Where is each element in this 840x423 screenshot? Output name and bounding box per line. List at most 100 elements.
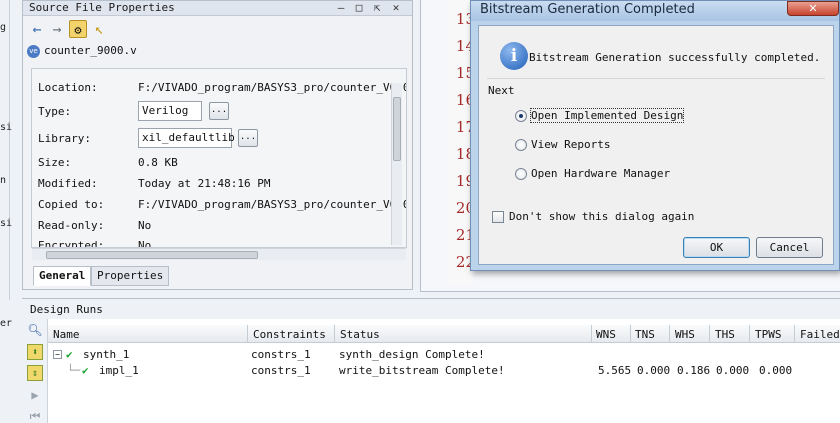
type-browse-button[interactable]: ... — [209, 102, 229, 120]
run-wns: 5.565 — [598, 364, 632, 377]
tab-properties[interactable]: Properties — [91, 266, 170, 286]
scroll-thumb[interactable] — [46, 251, 258, 259]
column-separator[interactable] — [669, 325, 670, 343]
panel-toolbar: ← → ⚙ ↖ — [23, 18, 412, 42]
line-number-gutter: 13 14 15 16 17 18 19 20 21 22 — [448, 0, 475, 286]
left-strip: g si n si er — [0, 0, 13, 329]
design-runs-title: Design Runs — [30, 303, 103, 316]
dont-show-checkbox[interactable] — [492, 211, 504, 223]
column-separator[interactable] — [794, 325, 795, 343]
column-separator[interactable] — [334, 325, 335, 343]
run-name: impl_1 — [99, 364, 139, 377]
read-only-label: Read-only: — [38, 219, 105, 232]
modified-label: Modified: — [38, 177, 98, 190]
dialog-title: Bitstream Generation Completed — [480, 2, 695, 17]
column-header-tns[interactable]: TNS — [635, 328, 655, 341]
maximize-icon[interactable]: □ — [352, 1, 366, 15]
complete-check-icon: ✔ — [66, 348, 73, 361]
column-header-constraints[interactable]: Constraints — [253, 328, 326, 341]
tab-general[interactable]: General — [33, 266, 92, 286]
properties-area: Location: F:/VIVADO_program/BASYS3_pro/c… — [31, 68, 407, 248]
float-icon[interactable]: ⇱ — [370, 1, 384, 15]
modified-value: Today at 21:48:16 PM — [138, 177, 271, 190]
collapse-all-icon[interactable]: ⬍ — [27, 344, 43, 360]
dont-show-label: Don't show this dialog again — [509, 210, 695, 223]
size-value: 0.8 KB — [138, 156, 178, 169]
run-name: synth_1 — [83, 348, 130, 361]
column-header-tpws[interactable]: TPWS — [755, 328, 782, 341]
runs-table-header: Name Constraints Status WNS TNS WHS THS … — [48, 325, 840, 343]
file-name: counter_9000.v — [44, 44, 137, 57]
left-strip-text: er — [0, 318, 13, 329]
column-separator[interactable] — [630, 325, 631, 343]
vertical-scrollbar[interactable] — [391, 83, 402, 245]
bitstream-completed-dialog: Bitstream Generation Completed ✕ i Bitst… — [470, 0, 840, 271]
column-header-wns[interactable]: WNS — [596, 328, 616, 341]
complete-check-icon: ✔ — [82, 364, 89, 377]
column-header-failed[interactable]: Failed — [800, 328, 840, 341]
run-status: write_bitstream Complete! — [339, 364, 505, 377]
design-runs-toolbar: 🔍︎ ⬍ ⇕ ▶ ⏮︎ — [22, 319, 48, 423]
library-browse-button[interactable]: ... — [238, 129, 258, 147]
search-icon[interactable]: 🔍︎ — [27, 322, 43, 338]
ok-button[interactable]: OK — [683, 237, 750, 258]
next-icon[interactable]: ▶ — [27, 387, 43, 403]
column-header-status[interactable]: Status — [340, 328, 380, 341]
column-header-name[interactable]: Name — [53, 328, 80, 341]
source-file-properties-panel: Source File Properties — □ ⇱ ✕ ← → ⚙ ↖ v… — [22, 0, 413, 290]
location-label: Location: — [38, 81, 98, 94]
cancel-button[interactable]: Cancel — [756, 237, 823, 258]
table-row[interactable]: └─ ✔ impl_1 constrs_1 write_bitstream Co… — [48, 363, 840, 379]
left-strip-text: n — [0, 175, 7, 186]
radio[interactable] — [515, 168, 527, 180]
dialog-title-bar[interactable]: Bitstream Generation Completed ✕ — [471, 1, 839, 21]
verilog-file-icon: ve — [27, 45, 40, 58]
auto-update-icon[interactable]: ⚙ — [69, 20, 87, 38]
collapse-icon[interactable]: − — [53, 350, 62, 359]
copied-to-value: F:/VIVADO_program/BASYS3_pro/counter_V03… — [138, 198, 407, 211]
read-only-value: No — [138, 219, 152, 232]
option-label: Open Implemented Design — [529, 108, 685, 123]
table-row[interactable]: − ✔ synth_1 constrs_1 synth_design Compl… — [48, 347, 840, 363]
left-strip-text: si — [0, 218, 13, 229]
copied-to-label: Copied to: — [38, 198, 105, 211]
run-constraints: constrs_1 — [251, 348, 311, 361]
encrypted-value: No — [138, 239, 152, 248]
info-icon: i — [500, 42, 528, 70]
horizontal-scrollbar[interactable] — [32, 248, 406, 260]
column-separator[interactable] — [591, 325, 592, 343]
column-separator[interactable] — [709, 325, 710, 343]
expand-all-icon[interactable]: ⇕ — [27, 365, 43, 381]
column-separator[interactable] — [749, 325, 750, 343]
option-label: Open Hardware Manager — [531, 167, 671, 180]
dialog-message: Bitstream Generation successfully comple… — [529, 51, 821, 64]
first-icon[interactable]: ⏮︎ — [27, 408, 43, 423]
run-tpws: 0.000 — [759, 364, 793, 377]
radio[interactable] — [515, 139, 527, 151]
size-label: Size: — [38, 156, 72, 169]
location-value: F:/VIVADO_program/BASYS3_pro/counter_V03… — [138, 81, 407, 94]
minimize-icon[interactable]: — — [334, 1, 348, 15]
type-label: Type: — [38, 105, 72, 118]
close-icon[interactable]: ✕ — [389, 1, 403, 15]
radio-selected[interactable] — [515, 110, 527, 122]
left-strip-text: si — [0, 122, 13, 133]
run-whs: 0.186 — [677, 364, 711, 377]
panel-tabs: General Properties — [31, 266, 411, 286]
scroll-thumb[interactable] — [393, 97, 401, 161]
encrypted-label: Encrypted: — [38, 239, 105, 248]
column-separator[interactable] — [247, 325, 248, 343]
library-field[interactable]: xil_defaultlib — [138, 128, 235, 148]
back-arrow-icon[interactable]: ← — [28, 20, 46, 38]
column-header-ths[interactable]: THS — [715, 328, 735, 341]
pointer-icon[interactable]: ↖ — [90, 20, 108, 38]
design-runs-title-bar: Design Runs — [22, 299, 840, 319]
tree-connector: └─ — [67, 364, 81, 377]
panel-title: Source File Properties — [29, 1, 175, 14]
close-icon[interactable]: ✕ — [787, 1, 839, 16]
type-field[interactable]: Verilog — [138, 101, 202, 121]
column-header-whs[interactable]: WHS — [675, 328, 695, 341]
option-label: View Reports — [531, 138, 611, 151]
forward-arrow-icon[interactable]: → — [48, 20, 66, 38]
run-ths: 0.000 — [716, 364, 750, 377]
